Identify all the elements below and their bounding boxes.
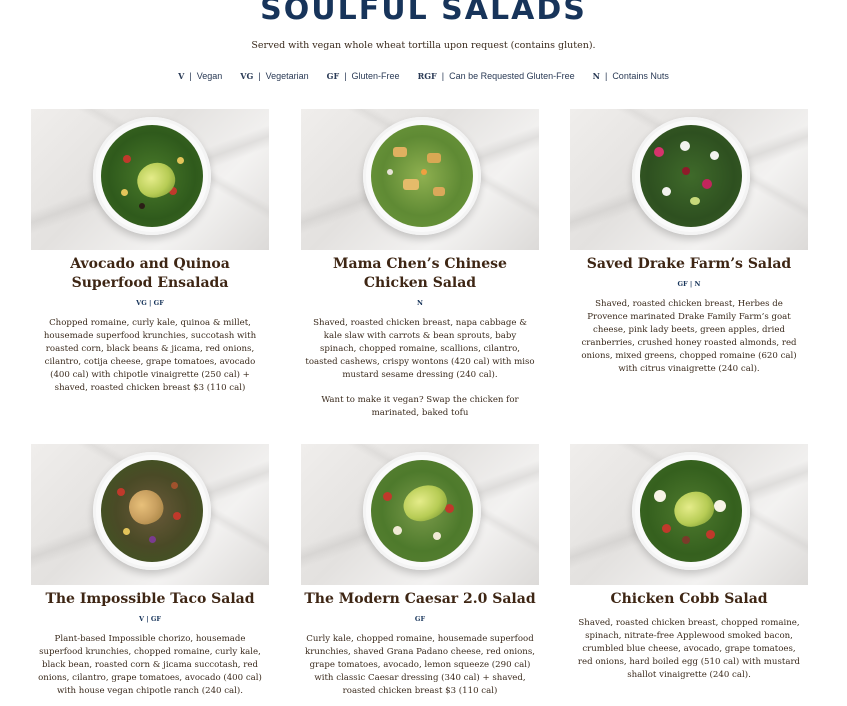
vegan-swap-note: Want to make it vegan? Swap the chicken … bbox=[321, 395, 519, 418]
salad-description: Curly kale, chopped romaine, housemade s… bbox=[305, 634, 535, 696]
salad-card-modern-caesar[interactable]: The Modern Caesar 2.0 Salad GF Curly kal… bbox=[301, 444, 539, 698]
diet-tags: GF bbox=[414, 615, 426, 623]
salad-description: Shaved, roasted chicken breast, Herbes d… bbox=[581, 299, 797, 374]
legend-code: RGF bbox=[417, 71, 437, 81]
salad-name[interactable]: Avocado and Quinoa Superfood Ensalada bbox=[31, 255, 269, 293]
legend-label: Contains Nuts bbox=[612, 71, 669, 81]
salad-description: Chopped romaine, curly kale, quinoa & mi… bbox=[43, 318, 257, 393]
diet-legend: V | Vegan VG | Vegetarian GF | Gluten-Free … bbox=[0, 71, 847, 81]
salad-photo[interactable] bbox=[570, 109, 808, 250]
salad-card-chicken-cobb[interactable]: Chicken Cobb Salad Shaved, roasted chick… bbox=[570, 444, 808, 682]
legend-code: VG bbox=[240, 71, 254, 81]
salad-card-chinese-chicken[interactable]: Mama Chen’s Chinese Chicken Salad N Shav… bbox=[301, 109, 539, 420]
legend-code: GF bbox=[326, 71, 340, 81]
legend-label: Vegan bbox=[196, 71, 223, 81]
diet-tags: V | GF bbox=[138, 615, 162, 623]
salad-description: Shaved, roasted chicken breast, napa cab… bbox=[305, 318, 535, 380]
legend-label: Vegetarian bbox=[265, 71, 309, 81]
salad-name[interactable]: Chicken Cobb Salad bbox=[570, 590, 808, 609]
salad-photo[interactable] bbox=[570, 444, 808, 585]
salad-name[interactable]: Mama Chen’s Chinese Chicken Salad bbox=[301, 255, 539, 293]
salad-card-drake-farm[interactable]: Saved Drake Farm’s Salad GF | N Shaved, … bbox=[570, 109, 808, 376]
legend-label: Can be Requested Gluten-Free bbox=[449, 71, 575, 81]
salad-description: Plant-based Impossible chorizo, housemad… bbox=[38, 634, 262, 696]
legend-item-gluten-free: GF | Gluten-Free bbox=[326, 71, 400, 81]
diet-tags: VG | GF bbox=[136, 299, 164, 307]
legend-item-contains-nuts: N | Contains Nuts bbox=[592, 71, 669, 81]
legend-item-request-gluten-free: RGF | Can be Requested Gluten-Free bbox=[417, 71, 575, 81]
page-subtitle: Served with vegan whole wheat tortilla u… bbox=[251, 40, 596, 51]
legend-code: N bbox=[592, 71, 600, 81]
diet-tags: N bbox=[417, 299, 423, 307]
salad-photo[interactable] bbox=[31, 444, 269, 585]
salad-photo[interactable] bbox=[31, 109, 269, 250]
legend-item-vegan: V | Vegan bbox=[178, 71, 223, 81]
salad-name[interactable]: The Modern Caesar 2.0 Salad bbox=[301, 590, 539, 609]
legend-item-vegetarian: VG | Vegetarian bbox=[240, 71, 309, 81]
salad-card-impossible-taco[interactable]: The Impossible Taco Salad V | GF Plant-b… bbox=[31, 444, 269, 698]
diet-tags: GF | N bbox=[677, 280, 701, 288]
salad-photo[interactable] bbox=[301, 444, 539, 585]
salad-photo[interactable] bbox=[301, 109, 539, 250]
salad-name[interactable]: The Impossible Taco Salad bbox=[31, 590, 269, 609]
page-title: SOULFUL SALADS bbox=[260, 0, 587, 27]
salad-name[interactable]: Saved Drake Farm’s Salad bbox=[570, 255, 808, 274]
legend-code: V bbox=[178, 71, 185, 81]
legend-label: Gluten-Free bbox=[351, 71, 400, 81]
salad-card-avocado-quinoa[interactable]: Avocado and Quinoa Superfood Ensalada VG… bbox=[31, 109, 269, 395]
salad-description: Shaved, roasted chicken breast, chopped … bbox=[577, 618, 801, 680]
